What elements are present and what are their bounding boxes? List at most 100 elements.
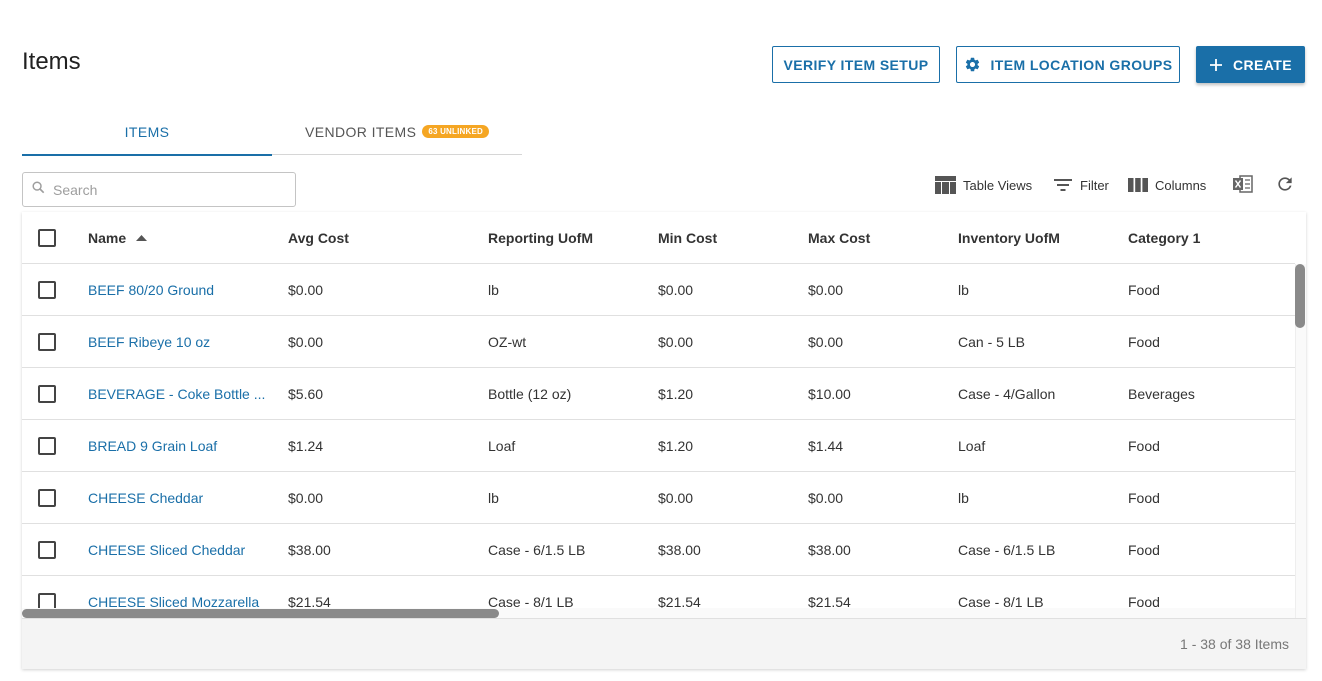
table-row[interactable]: CHEESE Sliced Cheddar $38.00 Case - 6/1.5 …	[22, 524, 1295, 576]
column-header-category-1[interactable]: Category 1	[1128, 212, 1200, 264]
column-header-max-cost[interactable]: Max Cost	[808, 212, 870, 264]
cell-inventory-uofm: Case - 6/1.5 LB	[958, 542, 1056, 558]
table-header: Name Avg Cost Reporting UofM Min Cost Ma…	[22, 212, 1295, 264]
cell-min-cost: $38.00	[658, 542, 701, 558]
cell-avg-cost: $5.60	[288, 386, 324, 402]
item-name-link[interactable]: BEVERAGE - Coke Bottle ...	[88, 368, 265, 420]
sort-ascending-icon	[136, 235, 148, 241]
item-name-link[interactable]: BREAD 9 Grain Loaf	[88, 420, 217, 472]
tab-items[interactable]: ITEMS	[22, 108, 272, 156]
table-row[interactable]: BREAD 9 Grain Loaf $1.24 Loaf $1.20 $1.44 Loa…	[22, 420, 1295, 472]
cell-reporting-uofm: Case - 6/1.5 LB	[488, 542, 586, 558]
refresh-button[interactable]	[1275, 173, 1295, 197]
cell-min-cost: $1.20	[658, 438, 694, 454]
cell-min-cost: $0.00	[658, 334, 694, 350]
vertical-scrollbar[interactable]	[1295, 264, 1305, 328]
cell-reporting-uofm: Loaf	[488, 438, 516, 454]
item-name-link[interactable]: CHEESE Cheddar	[88, 472, 203, 524]
table-row[interactable]: CHEESE Sliced Mozzarella $21.54 Case - 8/1…	[22, 576, 1295, 608]
cell-min-cost: $0.00	[658, 490, 694, 506]
cell-max-cost: $21.54	[808, 594, 851, 608]
tab-bar: ITEMS VENDOR ITEMS 63 UNLINKED	[22, 108, 522, 156]
select-all-checkbox[interactable]	[38, 229, 56, 247]
table-views-icon	[935, 176, 956, 194]
table-views-label: Table Views	[963, 177, 1033, 193]
pagination-info: 1 - 38 of 38 Items	[1180, 636, 1289, 652]
plus-icon	[1209, 58, 1223, 72]
table-row[interactable]: CHEESE Cheddar $0.00 lb $0.00 $0.00 lb Food	[22, 472, 1295, 524]
search-input[interactable]	[53, 181, 273, 198]
cell-min-cost: $0.00	[658, 282, 694, 298]
table-row[interactable]: BEEF Ribeye 10 oz $0.00 OZ-wt $0.00 $0.00 Can…	[22, 316, 1295, 368]
filter-label: Filter	[1080, 177, 1109, 193]
table-views-button[interactable]: Table Views	[935, 173, 1032, 197]
cell-avg-cost: $0.00	[288, 334, 324, 350]
horizontal-scrollbar[interactable]	[22, 609, 499, 618]
cell-reporting-uofm: Case - 8/1 LB	[488, 594, 574, 608]
tab-vendor-items[interactable]: VENDOR ITEMS 63 UNLINKED	[272, 108, 522, 155]
row-checkbox[interactable]	[38, 593, 56, 608]
column-header-reporting-uofm[interactable]: Reporting UofM	[488, 212, 593, 264]
item-name-link[interactable]: CHEESE Sliced Mozzarella	[88, 576, 259, 608]
cell-category-1: Food	[1128, 438, 1160, 454]
columns-icon	[1128, 178, 1148, 192]
cell-avg-cost: $38.00	[288, 542, 331, 558]
items-table: Name Avg Cost Reporting UofM Min Cost Ma…	[22, 212, 1306, 669]
table-row[interactable]: BEVERAGE - Coke Bottle ... $5.60 Bottle (1…	[22, 368, 1295, 420]
cell-max-cost: $0.00	[808, 490, 844, 506]
cell-inventory-uofm: Loaf	[958, 438, 986, 454]
column-header-min-cost[interactable]: Min Cost	[658, 212, 717, 264]
cell-min-cost: $1.20	[658, 386, 694, 402]
cell-min-cost: $21.54	[658, 594, 701, 608]
unlinked-badge: 63 UNLINKED	[422, 125, 490, 138]
table-row[interactable]: BEEF 80/20 Ground $0.00 lb $0.00 $0.00 lb Food	[22, 264, 1295, 316]
cell-category-1: Food	[1128, 490, 1160, 506]
columns-label: Columns	[1155, 177, 1207, 193]
cell-category-1: Food	[1128, 334, 1160, 350]
cell-reporting-uofm: lb	[488, 282, 499, 298]
tab-items-label: ITEMS	[124, 123, 170, 140]
cell-avg-cost: $1.24	[288, 438, 324, 454]
item-name-link[interactable]: CHEESE Sliced Cheddar	[88, 524, 245, 576]
row-checkbox[interactable]	[38, 437, 56, 455]
cell-avg-cost: $21.54	[288, 594, 331, 608]
excel-export-button[interactable]	[1233, 173, 1253, 197]
refresh-icon	[1275, 174, 1295, 197]
column-header-name[interactable]: Name	[88, 212, 148, 264]
cell-inventory-uofm: lb	[958, 282, 969, 298]
column-header-label: Name	[88, 230, 127, 246]
item-location-groups-button[interactable]: ITEM LOCATION GROUPS	[956, 46, 1180, 83]
excel-export-icon	[1233, 174, 1253, 196]
filter-button[interactable]: Filter	[1053, 173, 1109, 197]
row-checkbox[interactable]	[38, 281, 56, 299]
row-checkbox[interactable]	[38, 385, 56, 403]
table-body: BEEF 80/20 Ground $0.00 lb $0.00 $0.00 lb Food…	[22, 264, 1295, 608]
create-button[interactable]: CREATE	[1196, 46, 1305, 83]
cell-max-cost: $1.44	[808, 438, 844, 454]
row-checkbox[interactable]	[38, 541, 56, 559]
table-footer: 1 - 38 of 38 Items	[22, 618, 1306, 669]
cell-category-1: Food	[1128, 542, 1160, 558]
cell-category-1: Food	[1128, 594, 1160, 608]
tab-vendor-items-label: VENDOR ITEMS	[304, 123, 417, 140]
cell-inventory-uofm: Can - 5 LB	[958, 334, 1025, 350]
item-name-link[interactable]: BEEF 80/20 Ground	[88, 264, 214, 316]
verify-item-setup-button[interactable]: VERIFY ITEM SETUP	[772, 46, 940, 83]
column-header-inventory-uofm[interactable]: Inventory UofM	[958, 212, 1060, 264]
create-label: CREATE	[1233, 56, 1292, 73]
cell-max-cost: $0.00	[808, 282, 844, 298]
item-location-groups-label: ITEM LOCATION GROUPS	[990, 56, 1173, 73]
row-checkbox[interactable]	[38, 489, 56, 507]
cell-inventory-uofm: Case - 8/1 LB	[958, 594, 1044, 608]
cell-inventory-uofm: lb	[958, 490, 969, 506]
item-name-link[interactable]: BEEF Ribeye 10 oz	[88, 316, 210, 368]
cell-avg-cost: $0.00	[288, 490, 324, 506]
columns-button[interactable]: Columns	[1128, 173, 1206, 197]
cell-max-cost: $0.00	[808, 334, 844, 350]
cell-max-cost: $38.00	[808, 542, 851, 558]
search-box	[22, 172, 296, 207]
cell-reporting-uofm: OZ-wt	[488, 334, 527, 350]
column-header-avg-cost[interactable]: Avg Cost	[288, 212, 349, 264]
row-checkbox[interactable]	[38, 333, 56, 351]
filter-icon	[1053, 178, 1073, 192]
